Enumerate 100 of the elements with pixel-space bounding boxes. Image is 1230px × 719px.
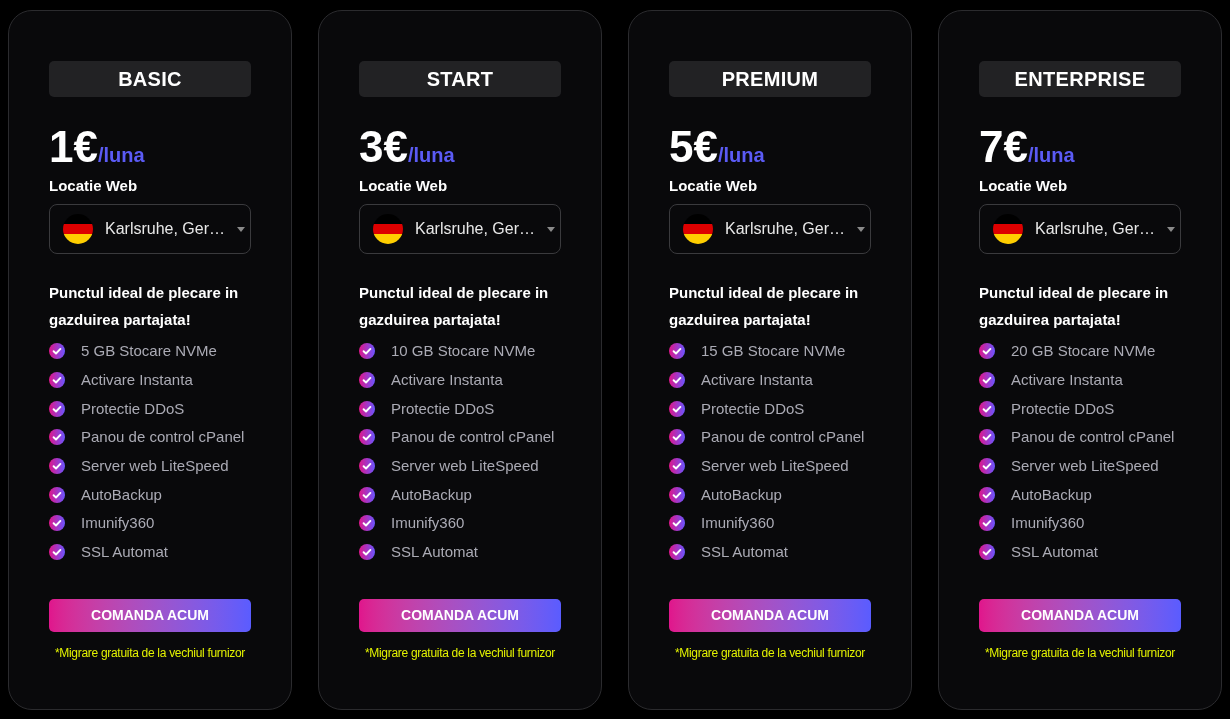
plan-description: Punctul ideal de plecare in gazduirea partajata! [49, 283, 240, 330]
check-icon [359, 343, 375, 360]
feature-text: Panou de control cPanel [1011, 427, 1175, 448]
price-amount: 7€ [979, 124, 1028, 170]
feature-text: Panou de control cPanel [701, 427, 865, 448]
order-button[interactable]: COMANDA ACUM [979, 598, 1181, 632]
migration-note: *Migrare gratuita de la vechiul furnizor [363, 644, 557, 661]
check-icon [49, 429, 65, 446]
flag-icon [63, 214, 93, 244]
price-period: /luna [407, 144, 455, 167]
check-icon [979, 429, 995, 446]
feature-text: Activare Instanta [81, 370, 193, 391]
flag-icon [683, 214, 713, 244]
feature-text: Protectie DDoS [81, 398, 185, 419]
feature-text: Server web LiteSpeed [1011, 456, 1159, 477]
feature-text: 20 GB Stocare NVMe [1011, 341, 1156, 362]
caret-icon [237, 226, 246, 232]
check-icon [979, 343, 995, 360]
feature-text: Server web LiteSpeed [391, 456, 539, 477]
caret-icon [857, 226, 866, 232]
check-icon [49, 372, 65, 389]
location-label: Locatie Web [49, 176, 139, 196]
feature-text: Protectie DDoS [391, 398, 495, 419]
migration-note: *Migrare gratuita de la vechiul furnizor [983, 644, 1177, 661]
flag-icon [993, 214, 1023, 244]
plan-description: Punctul ideal de plecare in gazduirea partajata! [979, 283, 1170, 330]
feature-text: Imunify360 [1011, 513, 1085, 534]
check-icon [669, 458, 685, 475]
feature-text: Protectie DDoS [1011, 398, 1115, 419]
plan-title: ENTERPRISE [979, 61, 1181, 97]
feature-text: Panou de control cPanel [391, 427, 555, 448]
check-icon [359, 429, 375, 446]
flag-icon [373, 214, 403, 244]
feature-text: 10 GB Stocare NVMe [391, 341, 536, 362]
feature-text: 15 GB Stocare NVMe [701, 341, 846, 362]
location-select[interactable]: Karlsruhe, Ger… [359, 204, 561, 254]
price-period: /luna [97, 144, 145, 167]
check-icon [669, 372, 685, 389]
plan-title: BASIC [49, 61, 251, 97]
check-icon [359, 458, 375, 475]
price-period: /luna [717, 144, 765, 167]
feature-text: SSL Automat [1011, 542, 1098, 563]
price-amount: 3€ [359, 124, 408, 170]
migration-note: *Migrare gratuita de la vechiul furnizor [673, 644, 867, 661]
location-select[interactable]: Karlsruhe, Ger… [669, 204, 871, 254]
check-icon [979, 372, 995, 389]
feature-text: SSL Automat [391, 542, 478, 563]
check-icon [669, 486, 685, 503]
check-icon [359, 486, 375, 503]
check-icon [359, 400, 375, 417]
check-icon [359, 372, 375, 389]
feature-text: 5 GB Stocare NVMe [81, 341, 217, 362]
migration-note: *Migrare gratuita de la vechiul furnizor [53, 644, 247, 661]
feature-text: Activare Instanta [1011, 370, 1123, 391]
check-icon [669, 343, 685, 360]
location-select[interactable]: Karlsruhe, Ger… [49, 204, 251, 254]
check-icon [49, 486, 65, 503]
check-icon [979, 458, 995, 475]
location-label: Locatie Web [979, 176, 1069, 196]
order-button[interactable]: COMANDA ACUM [359, 598, 561, 632]
order-button[interactable]: COMANDA ACUM [49, 598, 251, 632]
feature-text: SSL Automat [81, 542, 168, 563]
feature-text: Imunify360 [701, 513, 775, 534]
caret-icon [1167, 226, 1176, 232]
feature-text: Imunify360 [391, 513, 465, 534]
price-amount: 1€ [49, 124, 98, 170]
price-amount: 5€ [669, 124, 718, 170]
location-label: Locatie Web [669, 176, 759, 196]
feature-text: AutoBackup [1011, 484, 1092, 505]
order-button[interactable]: COMANDA ACUM [669, 598, 871, 632]
check-icon [49, 544, 65, 561]
feature-text: AutoBackup [701, 484, 782, 505]
check-icon [979, 544, 995, 561]
plan-title: START [359, 61, 561, 97]
feature-text: AutoBackup [81, 484, 162, 505]
check-icon [49, 515, 65, 532]
feature-text: Server web LiteSpeed [701, 456, 849, 477]
feature-text: Panou de control cPanel [81, 427, 245, 448]
plan-description: Punctul ideal de plecare in gazduirea partajata! [359, 283, 550, 330]
feature-text: Activare Instanta [701, 370, 813, 391]
check-icon [669, 515, 685, 532]
check-icon [359, 544, 375, 561]
check-icon [359, 515, 375, 532]
feature-text: Activare Instanta [391, 370, 503, 391]
plan-description: Punctul ideal de plecare in gazduirea partajata! [669, 283, 860, 330]
check-icon [49, 400, 65, 417]
location-label: Locatie Web [359, 176, 449, 196]
feature-text: AutoBackup [391, 484, 472, 505]
caret-icon [547, 226, 556, 232]
check-icon [979, 486, 995, 503]
check-icon [49, 343, 65, 360]
check-icon [669, 544, 685, 561]
check-icon [49, 458, 65, 475]
check-icon [979, 515, 995, 532]
feature-text: SSL Automat [701, 542, 788, 563]
check-icon [669, 400, 685, 417]
location-select[interactable]: Karlsruhe, Ger… [979, 204, 1181, 254]
price-period: /luna [1027, 144, 1075, 167]
feature-text: Protectie DDoS [701, 398, 805, 419]
check-icon [979, 400, 995, 417]
